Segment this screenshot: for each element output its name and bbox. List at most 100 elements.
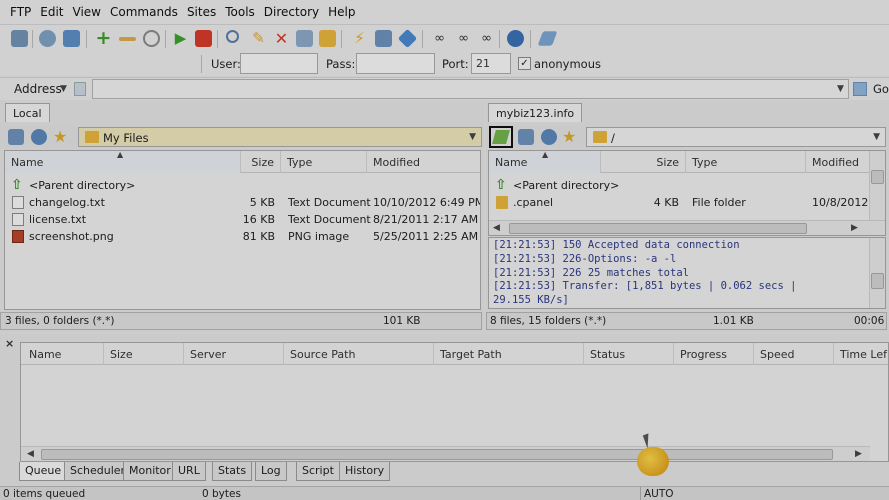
col-source-path[interactable]: Source Path [284, 343, 434, 365]
col-modified[interactable]: Modified [806, 151, 870, 173]
file-type: PNG image [288, 230, 350, 243]
local-file-list[interactable]: Name ▲ Size Type Modified ⇧ <Parent dire… [4, 150, 481, 310]
go-button[interactable]: Go [873, 82, 889, 96]
table-row[interactable]: screenshot.png 81 KB PNG image 5/25/2011… [5, 228, 480, 245]
menu-ftp[interactable]: FTP [10, 5, 31, 19]
menu-view[interactable]: View [73, 5, 101, 19]
search-icon[interactable] [226, 30, 239, 43]
refresh-icon[interactable] [541, 129, 557, 145]
col-name[interactable]: Name [21, 343, 104, 365]
tab-log[interactable]: Log [255, 462, 287, 481]
transfer-queue-list[interactable]: Name Size Server Source Path Target Path… [20, 342, 889, 462]
col-modified[interactable]: Modified [367, 151, 480, 173]
parent-directory-row[interactable]: ⇧ <Parent directory> [5, 177, 480, 194]
lightning-icon[interactable]: ⚡ [351, 30, 368, 47]
connect-button[interactable] [489, 126, 513, 148]
col-size[interactable]: Size [241, 151, 281, 173]
local-path-dropdown-icon[interactable]: ▼ [469, 132, 476, 142]
parent-directory-row[interactable]: ⇧ <Parent directory> [489, 177, 885, 194]
scroll-right-icon[interactable]: ▶ [855, 449, 862, 459]
edit-pencil-icon[interactable]: ✎ [250, 30, 267, 47]
col-status[interactable]: Status [584, 343, 674, 365]
reconnect-icon[interactable] [143, 30, 160, 47]
tab-scheduler[interactable]: Scheduler [64, 462, 132, 481]
remote-list-hscroll[interactable]: ◀ ▶ [489, 220, 885, 235]
transfer-mode[interactable]: AUTO [644, 488, 674, 500]
queue-hscroll-thumb[interactable] [41, 449, 833, 460]
address-input[interactable] [92, 79, 849, 99]
site-manager-icon[interactable] [11, 30, 28, 47]
go-icon[interactable] [853, 82, 867, 96]
globe-icon[interactable] [507, 30, 524, 47]
remote-list-vscroll[interactable] [869, 151, 885, 221]
close-queue-icon[interactable]: × [5, 337, 14, 350]
address-label[interactable]: Address [14, 82, 62, 96]
col-progress[interactable]: Progress [674, 343, 754, 365]
col-size[interactable]: Size [601, 151, 686, 173]
port-input[interactable]: 21 [471, 53, 511, 74]
table-row[interactable]: changelog.txt 5 KB Text Document 10/10/2… [5, 194, 480, 211]
tab-script[interactable]: Script [296, 462, 340, 481]
binoculars-icon[interactable]: ∞ [431, 30, 448, 47]
play-icon[interactable]: ▶ [172, 30, 189, 47]
col-target-path[interactable]: Target Path [434, 343, 584, 365]
table-row[interactable]: license.txt 16 KB Text Document 8/21/201… [5, 211, 480, 228]
window-icon[interactable] [63, 30, 80, 47]
local-path-field[interactable]: My Files ▼ [78, 127, 482, 147]
col-time-left[interactable]: Time Lef [834, 343, 888, 365]
new-folder-icon[interactable] [319, 30, 336, 47]
pass-input[interactable] [356, 53, 435, 74]
diamond-icon[interactable] [397, 28, 418, 49]
stop-icon[interactable] [195, 30, 212, 47]
menu-tools[interactable]: Tools [225, 5, 255, 19]
table-row[interactable]: .cpanel 4 KB File folder 10/8/2012 1 [489, 194, 885, 211]
queue-hscroll[interactable]: ◀ ▶ [21, 446, 870, 461]
remote-path-dropdown-icon[interactable]: ▼ [873, 132, 880, 142]
settings-icon[interactable] [39, 30, 56, 47]
refresh-icon[interactable] [31, 129, 47, 145]
anonymous-checkbox[interactable]: ✓ [518, 57, 531, 70]
rename-icon[interactable] [296, 30, 313, 47]
scroll-right-icon[interactable]: ▶ [851, 223, 858, 233]
favorites-star-icon[interactable]: ★ [562, 127, 576, 146]
tab-local[interactable]: Local [5, 103, 50, 122]
address-history-icon[interactable]: ▼ [837, 84, 844, 94]
eraser-icon[interactable] [537, 31, 558, 46]
scroll-left-icon[interactable]: ◀ [27, 449, 34, 459]
remote-file-list[interactable]: Name ▲ Size Type Modified ⇧ <Parent dire… [488, 150, 886, 236]
address-dropdown-icon[interactable]: ▼ [60, 84, 67, 94]
up-directory-icon[interactable] [518, 129, 534, 145]
col-server[interactable]: Server [184, 343, 284, 365]
tab-monitor[interactable]: Monitor [123, 462, 177, 481]
binoculars-next-icon[interactable]: ∞ [455, 30, 472, 47]
scroll-left-icon[interactable]: ◀ [493, 223, 500, 233]
tab-url[interactable]: URL [172, 462, 206, 481]
tab-remote-site[interactable]: mybiz123.info [488, 103, 583, 122]
col-size[interactable]: Size [104, 343, 184, 365]
vscroll-thumb[interactable] [871, 170, 884, 184]
menu-directory[interactable]: Directory [264, 5, 319, 19]
disconnect-minus-icon[interactable] [119, 37, 136, 41]
tab-stats[interactable]: Stats [212, 462, 253, 481]
col-type[interactable]: Type [686, 151, 806, 173]
connect-plus-icon[interactable]: + [95, 29, 112, 48]
hscroll-thumb[interactable] [509, 223, 807, 234]
menu-help[interactable]: Help [328, 5, 355, 19]
col-type[interactable]: Type [281, 151, 367, 173]
delete-icon[interactable]: ✕ [273, 30, 290, 47]
binoculars-prev-icon[interactable]: ∞ [478, 30, 495, 47]
up-directory-icon[interactable] [8, 129, 24, 145]
image-view-icon[interactable] [375, 30, 392, 47]
user-input[interactable] [240, 53, 318, 74]
tab-history[interactable]: History [339, 462, 391, 481]
menu-commands[interactable]: Commands [110, 5, 178, 19]
remote-path-field[interactable]: / ▼ [586, 127, 886, 147]
log-vscroll-thumb[interactable] [871, 273, 884, 289]
menu-edit[interactable]: Edit [40, 5, 63, 19]
menu-sites[interactable]: Sites [187, 5, 216, 19]
log-vscroll[interactable] [869, 238, 885, 308]
tab-queue[interactable]: Queue [19, 462, 68, 481]
queue-list-header: Name Size Server Source Path Target Path… [21, 343, 888, 365]
favorites-star-icon[interactable]: ★ [53, 127, 67, 146]
col-speed[interactable]: Speed [754, 343, 834, 365]
